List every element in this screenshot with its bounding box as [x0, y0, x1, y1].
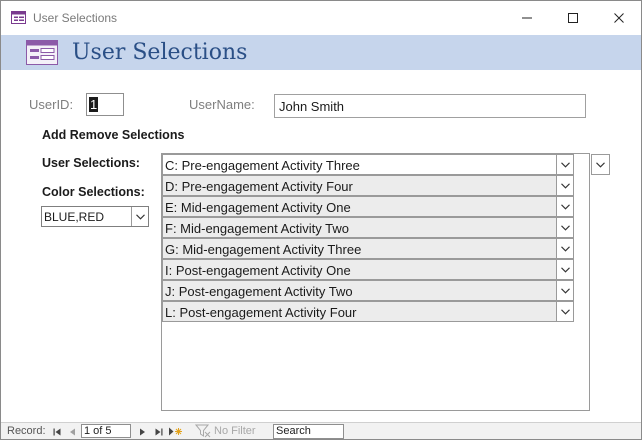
row-spacer — [574, 238, 589, 259]
selection-combo[interactable]: I: Post-engagement Activity One — [162, 259, 574, 280]
selection-row[interactable]: F: Mid-engagement Activity Two — [162, 217, 574, 238]
row-spacer — [574, 280, 589, 301]
record-label: Record: — [7, 425, 46, 437]
selection-dropdown-button[interactable] — [556, 239, 573, 258]
selection-value: G: Mid-engagement Activity Three — [165, 242, 362, 257]
selection-combo[interactable]: D: Pre-engagement Activity Four — [162, 175, 574, 196]
chevron-down-icon — [560, 287, 570, 294]
selection-combo[interactable]: G: Mid-engagement Activity Three — [162, 238, 574, 259]
last-record-icon — [155, 428, 162, 435]
selection-value: J: Post-engagement Activity Two — [165, 284, 353, 299]
selection-value: I: Post-engagement Activity One — [165, 263, 351, 278]
username-label: UserName: — [189, 97, 255, 112]
chevron-down-icon — [560, 203, 570, 210]
row-spacer — [574, 301, 589, 322]
record-position: 1 of 5 — [84, 425, 112, 437]
selection-combo[interactable]: C: Pre-engagement Activity Three — [162, 154, 574, 175]
search-input[interactable]: Search — [273, 424, 344, 439]
row-spacer — [574, 154, 589, 175]
new-record-icon — [169, 427, 182, 436]
selection-row[interactable]: G: Mid-engagement Activity Three — [162, 238, 574, 259]
user-selections-label: User Selections: — [42, 156, 140, 170]
selection-row[interactable]: I: Post-engagement Activity One — [162, 259, 574, 280]
chevron-down-icon — [560, 182, 570, 189]
filter-indicator[interactable]: No Filter — [195, 424, 265, 439]
form-header: User Selections — [1, 35, 641, 70]
form-icon — [11, 11, 26, 24]
selection-value: C: Pre-engagement Activity Three — [165, 158, 360, 173]
form-icon — [26, 40, 58, 65]
chevron-down-icon — [560, 161, 570, 168]
selection-value: L: Post-engagement Activity Four — [165, 305, 357, 320]
chevron-down-icon — [560, 266, 570, 273]
chevron-down-icon — [596, 161, 605, 168]
chevron-down-icon — [560, 308, 570, 315]
previous-record-icon — [69, 428, 75, 435]
previous-record-button[interactable] — [66, 425, 78, 438]
extra-dropdown-button[interactable] — [591, 154, 610, 175]
title-bar: User Selections — [1, 1, 641, 35]
new-record-button[interactable] — [167, 425, 183, 438]
selection-value: F: Mid-engagement Activity Two — [165, 221, 350, 236]
selection-row[interactable]: E: Mid-engagement Activity One — [162, 196, 574, 217]
chevron-down-icon — [135, 213, 145, 220]
selection-row[interactable]: C: Pre-engagement Activity Three — [162, 154, 574, 175]
selection-dropdown-button[interactable] — [556, 260, 573, 279]
selection-combo[interactable]: L: Post-engagement Activity Four — [162, 301, 574, 322]
minimize-button[interactable] — [504, 1, 550, 35]
selection-dropdown-button[interactable] — [556, 302, 573, 321]
chevron-down-icon — [560, 245, 570, 252]
userid-label: UserID: — [29, 97, 74, 112]
selection-dropdown-button[interactable] — [556, 281, 573, 300]
selection-combo[interactable]: F: Mid-engagement Activity Two — [162, 217, 574, 238]
row-spacer — [574, 175, 589, 196]
filter-icon — [195, 424, 211, 438]
next-record-button[interactable] — [136, 425, 148, 438]
maximize-button[interactable] — [550, 1, 596, 35]
username-value: John Smith — [279, 99, 345, 114]
first-record-button[interactable] — [51, 425, 63, 438]
selection-dropdown-button[interactable] — [556, 218, 573, 237]
selection-dropdown-button[interactable] — [556, 176, 573, 195]
next-record-icon — [139, 428, 145, 435]
record-navigation-bar: Record: 1 of 5 No Filter Search — [1, 422, 641, 439]
first-record-icon — [53, 428, 60, 435]
color-selections-value: BLUE,RED — [44, 210, 105, 224]
row-spacer — [574, 259, 589, 280]
color-dropdown-button[interactable] — [131, 207, 148, 226]
userid-value: 1 — [89, 97, 99, 112]
selection-value: E: Mid-engagement Activity One — [165, 200, 351, 215]
row-spacer — [574, 217, 589, 238]
row-spacer — [574, 196, 589, 217]
window-title: User Selections — [33, 11, 118, 25]
section-label: Add Remove Selections — [42, 128, 185, 142]
userid-field[interactable]: 1 — [86, 93, 124, 116]
selection-row[interactable]: L: Post-engagement Activity Four — [162, 301, 574, 322]
search-placeholder: Search — [276, 425, 311, 437]
last-record-button[interactable] — [152, 425, 164, 438]
color-selections-label: Color Selections: — [42, 185, 145, 199]
selection-row[interactable]: D: Pre-engagement Activity Four — [162, 175, 574, 196]
minimize-icon — [522, 17, 532, 19]
color-selections-combo[interactable]: BLUE,RED — [41, 206, 149, 227]
selection-dropdown-button[interactable] — [556, 155, 573, 174]
selection-combo[interactable]: J: Post-engagement Activity Two — [162, 280, 574, 301]
selection-row[interactable]: J: Post-engagement Activity Two — [162, 280, 574, 301]
close-button[interactable] — [596, 1, 641, 35]
username-field[interactable]: John Smith — [274, 94, 586, 118]
form-title: User Selections — [72, 40, 248, 65]
access-form-window: User Selections User Selections UserID: … — [0, 0, 642, 440]
maximize-icon — [568, 13, 578, 23]
selection-dropdown-button[interactable] — [556, 197, 573, 216]
close-icon — [614, 13, 624, 23]
selection-value: D: Pre-engagement Activity Four — [165, 179, 353, 194]
record-position-field[interactable]: 1 of 5 — [81, 424, 131, 438]
filter-label: No Filter — [214, 425, 256, 437]
selection-combo[interactable]: E: Mid-engagement Activity One — [162, 196, 574, 217]
chevron-down-icon — [560, 224, 570, 231]
user-selections-subform[interactable]: C: Pre-engagement Activity Three D: Pre-e… — [161, 153, 590, 411]
